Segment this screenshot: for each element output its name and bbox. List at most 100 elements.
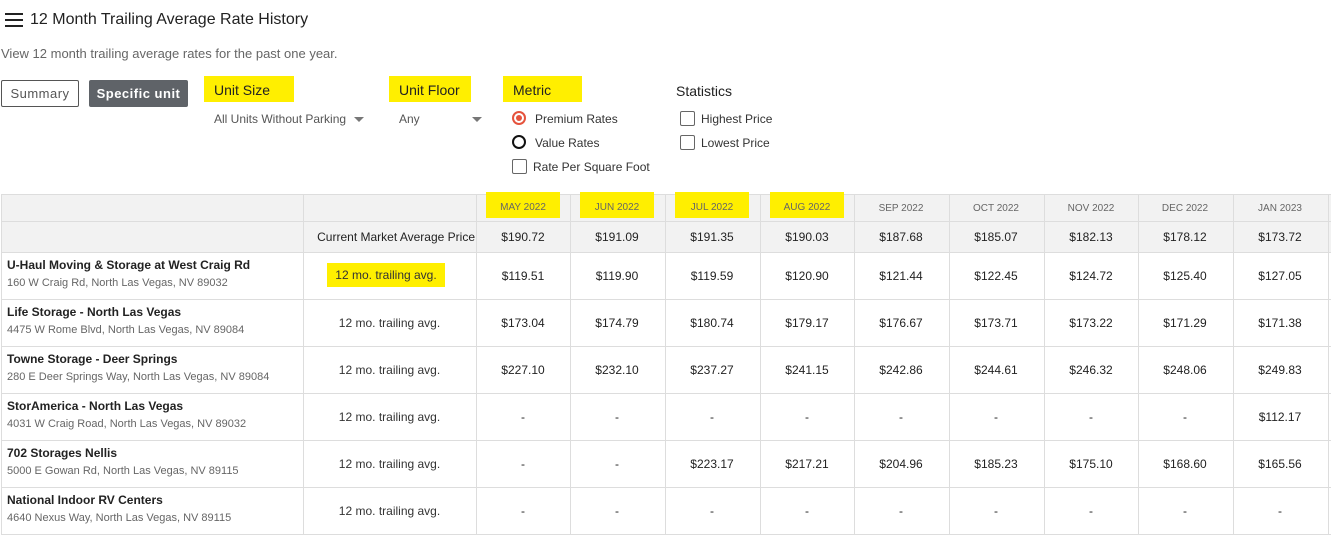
rate-value: $227.10	[501, 363, 545, 377]
facility-name: StorAmerica - North Las Vegas	[7, 399, 184, 413]
rate-value: -	[1089, 504, 1093, 518]
rate-value: $232.10	[595, 363, 639, 377]
rate-value: -	[1089, 410, 1093, 424]
rate-value: $124.72	[1069, 269, 1113, 283]
rate-value: -	[994, 504, 998, 518]
unit-floor-label: Unit Floor	[389, 76, 471, 102]
trailing-avg-label: 12 mo. trailing avg.	[327, 263, 445, 287]
caret-down-icon	[472, 117, 482, 122]
month-header: MAY 2022	[486, 192, 560, 218]
table-row: National Indoor RV Centers 4640 Nexus Way…	[1, 488, 1331, 535]
metric-option-label: Premium Rates	[535, 112, 618, 126]
highest-price-checkbox[interactable]: Highest Price	[680, 111, 790, 127]
market-average-value: $173.72	[1258, 230, 1302, 244]
radio-selected-icon[interactable]	[512, 111, 526, 125]
rate-value: -	[899, 504, 903, 518]
checkbox-icon[interactable]	[680, 111, 695, 126]
unit-size-label: Unit Size	[204, 76, 294, 102]
rate-value: $165.56	[1258, 457, 1302, 471]
rate-value: $125.40	[1163, 269, 1207, 283]
rate-value: $173.04	[501, 316, 545, 330]
unit-floor-select[interactable]: Any	[399, 112, 483, 128]
rate-value: $246.32	[1069, 363, 1113, 377]
table-row: Towne Storage - Deer Springs 280 E Deer S…	[1, 347, 1331, 394]
unit-size-select[interactable]: All Units Without Parking	[214, 112, 364, 128]
month-header: SEP 2022	[878, 203, 924, 214]
rate-value: $121.44	[879, 269, 923, 283]
facility-name: 702 Storages Nellis	[7, 446, 118, 460]
column-divider	[1044, 194, 1045, 535]
checkbox-label: Lowest Price	[701, 136, 770, 150]
trailing-avg-label: 12 mo. trailing avg.	[338, 316, 441, 330]
summary-button[interactable]: Summary	[1, 80, 79, 107]
table-row: U-Haul Moving & Storage at West Craig Rd…	[1, 253, 1331, 300]
column-divider	[1233, 194, 1234, 535]
column-divider	[476, 194, 477, 535]
rate-value: -	[1183, 410, 1187, 424]
facility-address: 160 W Craig Rd, North Las Vegas, NV 8903…	[7, 277, 228, 289]
metric-option-premium[interactable]: Premium Rates	[512, 111, 642, 127]
rate-value: -	[994, 410, 998, 424]
rate-value: $241.15	[785, 363, 829, 377]
rate-value: $204.96	[879, 457, 923, 471]
market-average-value: $191.09	[595, 230, 639, 244]
rate-value: $185.23	[974, 457, 1018, 471]
column-divider	[949, 194, 950, 535]
column-divider	[303, 194, 304, 535]
trailing-avg-label: 12 mo. trailing avg.	[338, 504, 441, 518]
market-average-value: $190.72	[501, 230, 545, 244]
rate-value: -	[615, 504, 619, 518]
rate-value: $173.22	[1069, 316, 1113, 330]
rate-value: $174.79	[595, 316, 639, 330]
table-row: 702 Storages Nellis 5000 E Gowan Rd, Nort…	[1, 441, 1331, 488]
metric-option-value[interactable]: Value Rates	[512, 135, 642, 151]
rate-value: $242.86	[879, 363, 923, 377]
rate-value: $120.90	[785, 269, 829, 283]
rate-value: $122.45	[974, 269, 1018, 283]
market-average-row: Current Market Average Price $190.72 $191.…	[1, 222, 1331, 253]
rate-value: -	[805, 410, 809, 424]
month-header: OCT 2022	[973, 203, 1019, 214]
page-title: 12 Month Trailing Average Rate History	[30, 11, 309, 28]
trailing-avg-label: 12 mo. trailing avg.	[338, 457, 441, 471]
rate-value: $119.59	[690, 269, 734, 283]
caret-down-icon	[354, 117, 364, 122]
facility-name: National Indoor RV Centers	[7, 493, 163, 507]
market-average-value: $185.07	[974, 230, 1018, 244]
facility-address: 280 E Deer Springs Way, North Las Vegas,…	[7, 371, 270, 383]
rate-value: -	[899, 410, 903, 424]
rate-value: $173.71	[974, 316, 1018, 330]
unit-size-value: All Units Without Parking	[214, 112, 347, 126]
rate-value: $248.06	[1163, 363, 1207, 377]
rate-value: -	[615, 410, 619, 424]
facility-name: Life Storage - North Las Vegas	[7, 305, 182, 319]
metric-label: Metric	[503, 76, 582, 102]
checkbox-icon[interactable]	[680, 135, 695, 150]
rate-value: -	[521, 410, 525, 424]
radio-unselected-icon[interactable]	[512, 135, 526, 149]
rate-per-sqft-checkbox[interactable]: Rate Per Square Foot	[512, 159, 662, 175]
rate-value: $217.21	[785, 457, 829, 471]
column-divider	[854, 194, 855, 535]
checkbox-icon[interactable]	[512, 159, 527, 174]
rate-value: $180.74	[690, 316, 734, 330]
table-row: StorAmerica - North Las Vegas 4031 W Crai…	[1, 394, 1331, 441]
trailing-avg-label: 12 mo. trailing avg.	[338, 363, 441, 377]
column-divider	[665, 194, 666, 535]
month-header: AUG 2022	[770, 192, 844, 218]
market-average-value: $191.35	[690, 230, 734, 244]
month-header: JUL 2022	[675, 192, 749, 218]
rate-value: $127.05	[1258, 269, 1302, 283]
hamburger-menu-icon[interactable]	[5, 13, 23, 27]
rate-value: $175.10	[1069, 457, 1113, 471]
market-average-value: $187.68	[879, 230, 923, 244]
rate-value: -	[615, 457, 619, 471]
table-row: Life Storage - North Las Vegas 4475 W Rom…	[1, 300, 1331, 347]
lowest-price-checkbox[interactable]: Lowest Price	[680, 135, 790, 151]
rate-value: -	[710, 410, 714, 424]
market-average-value: $190.03	[785, 230, 829, 244]
market-average-value: $182.13	[1069, 230, 1113, 244]
facility-name: Towne Storage - Deer Springs	[7, 352, 178, 366]
specific-unit-button[interactable]: Specific unit	[89, 80, 188, 107]
facility-address: 4640 Nexus Way, North Las Vegas, NV 8911…	[7, 512, 232, 524]
